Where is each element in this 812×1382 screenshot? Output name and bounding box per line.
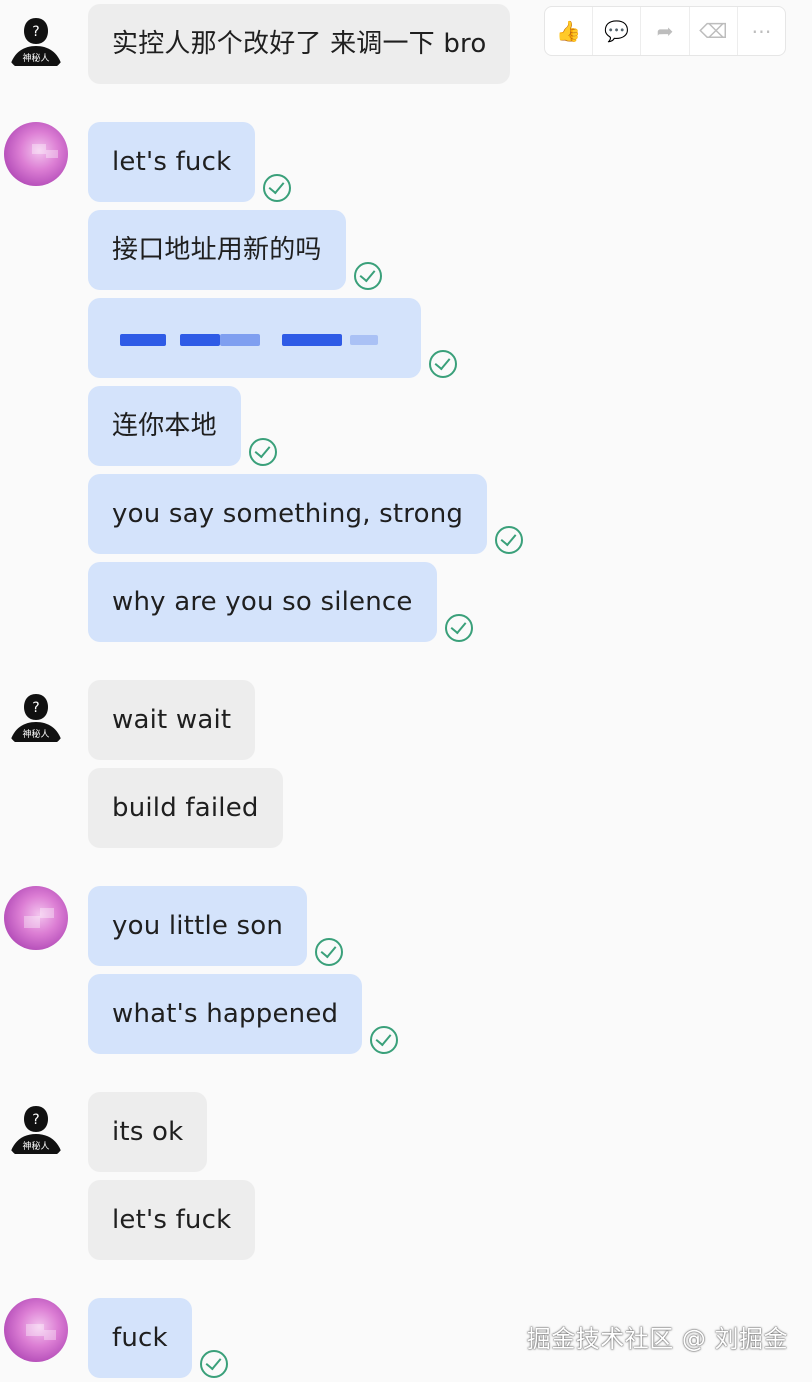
redacted-text (220, 334, 260, 346)
message-bubble[interactable]: build failed (88, 768, 283, 848)
read-check-icon (370, 1026, 399, 1054)
message-group-incoming: 实控人那个改好了 来调一下 bro (0, 4, 812, 84)
read-check-icon (263, 174, 292, 202)
message-bubble[interactable]: let's fuck (88, 122, 256, 202)
message-group-outgoing: let's fuck 接口地址用新的吗 连你本地 you say somethi… (0, 122, 812, 642)
redacted-text (282, 334, 342, 346)
message-group-outgoing: you little son what's happened (0, 886, 812, 1054)
message-group-incoming: wait wait build failed (0, 680, 812, 848)
read-check-icon (495, 526, 524, 554)
read-check-icon (444, 614, 473, 642)
read-check-icon (315, 938, 344, 966)
message-group-incoming: its ok let's fuck (0, 1092, 812, 1260)
redacted-text (120, 334, 166, 346)
message-bubble[interactable]: fuck (88, 1298, 192, 1378)
redacted-text (180, 334, 220, 346)
read-check-icon (353, 262, 382, 290)
message-bubble[interactable]: 接口地址用新的吗 (88, 210, 346, 290)
message-bubble[interactable]: 连你本地 (88, 386, 241, 466)
redacted-text (350, 335, 378, 345)
message-bubble[interactable]: let's fuck (88, 1180, 256, 1260)
read-check-icon (248, 438, 277, 466)
message-bubble[interactable]: you little son (88, 886, 308, 966)
read-check-icon (199, 1350, 228, 1378)
message-bubble[interactable]: 实控人那个改好了 来调一下 bro (88, 4, 511, 84)
message-bubble[interactable]: you say something, strong (88, 474, 488, 554)
message-bubble-blurred[interactable] (88, 298, 421, 378)
read-check-icon (429, 350, 457, 378)
message-bubble[interactable]: what's happened (88, 974, 363, 1054)
message-bubble[interactable]: its ok (88, 1092, 208, 1172)
message-bubble[interactable]: why are you so silence (88, 562, 437, 642)
message-bubble[interactable]: wait wait (88, 680, 256, 760)
watermark: 掘金技术社区 @ 刘掘金 (526, 1325, 788, 1353)
